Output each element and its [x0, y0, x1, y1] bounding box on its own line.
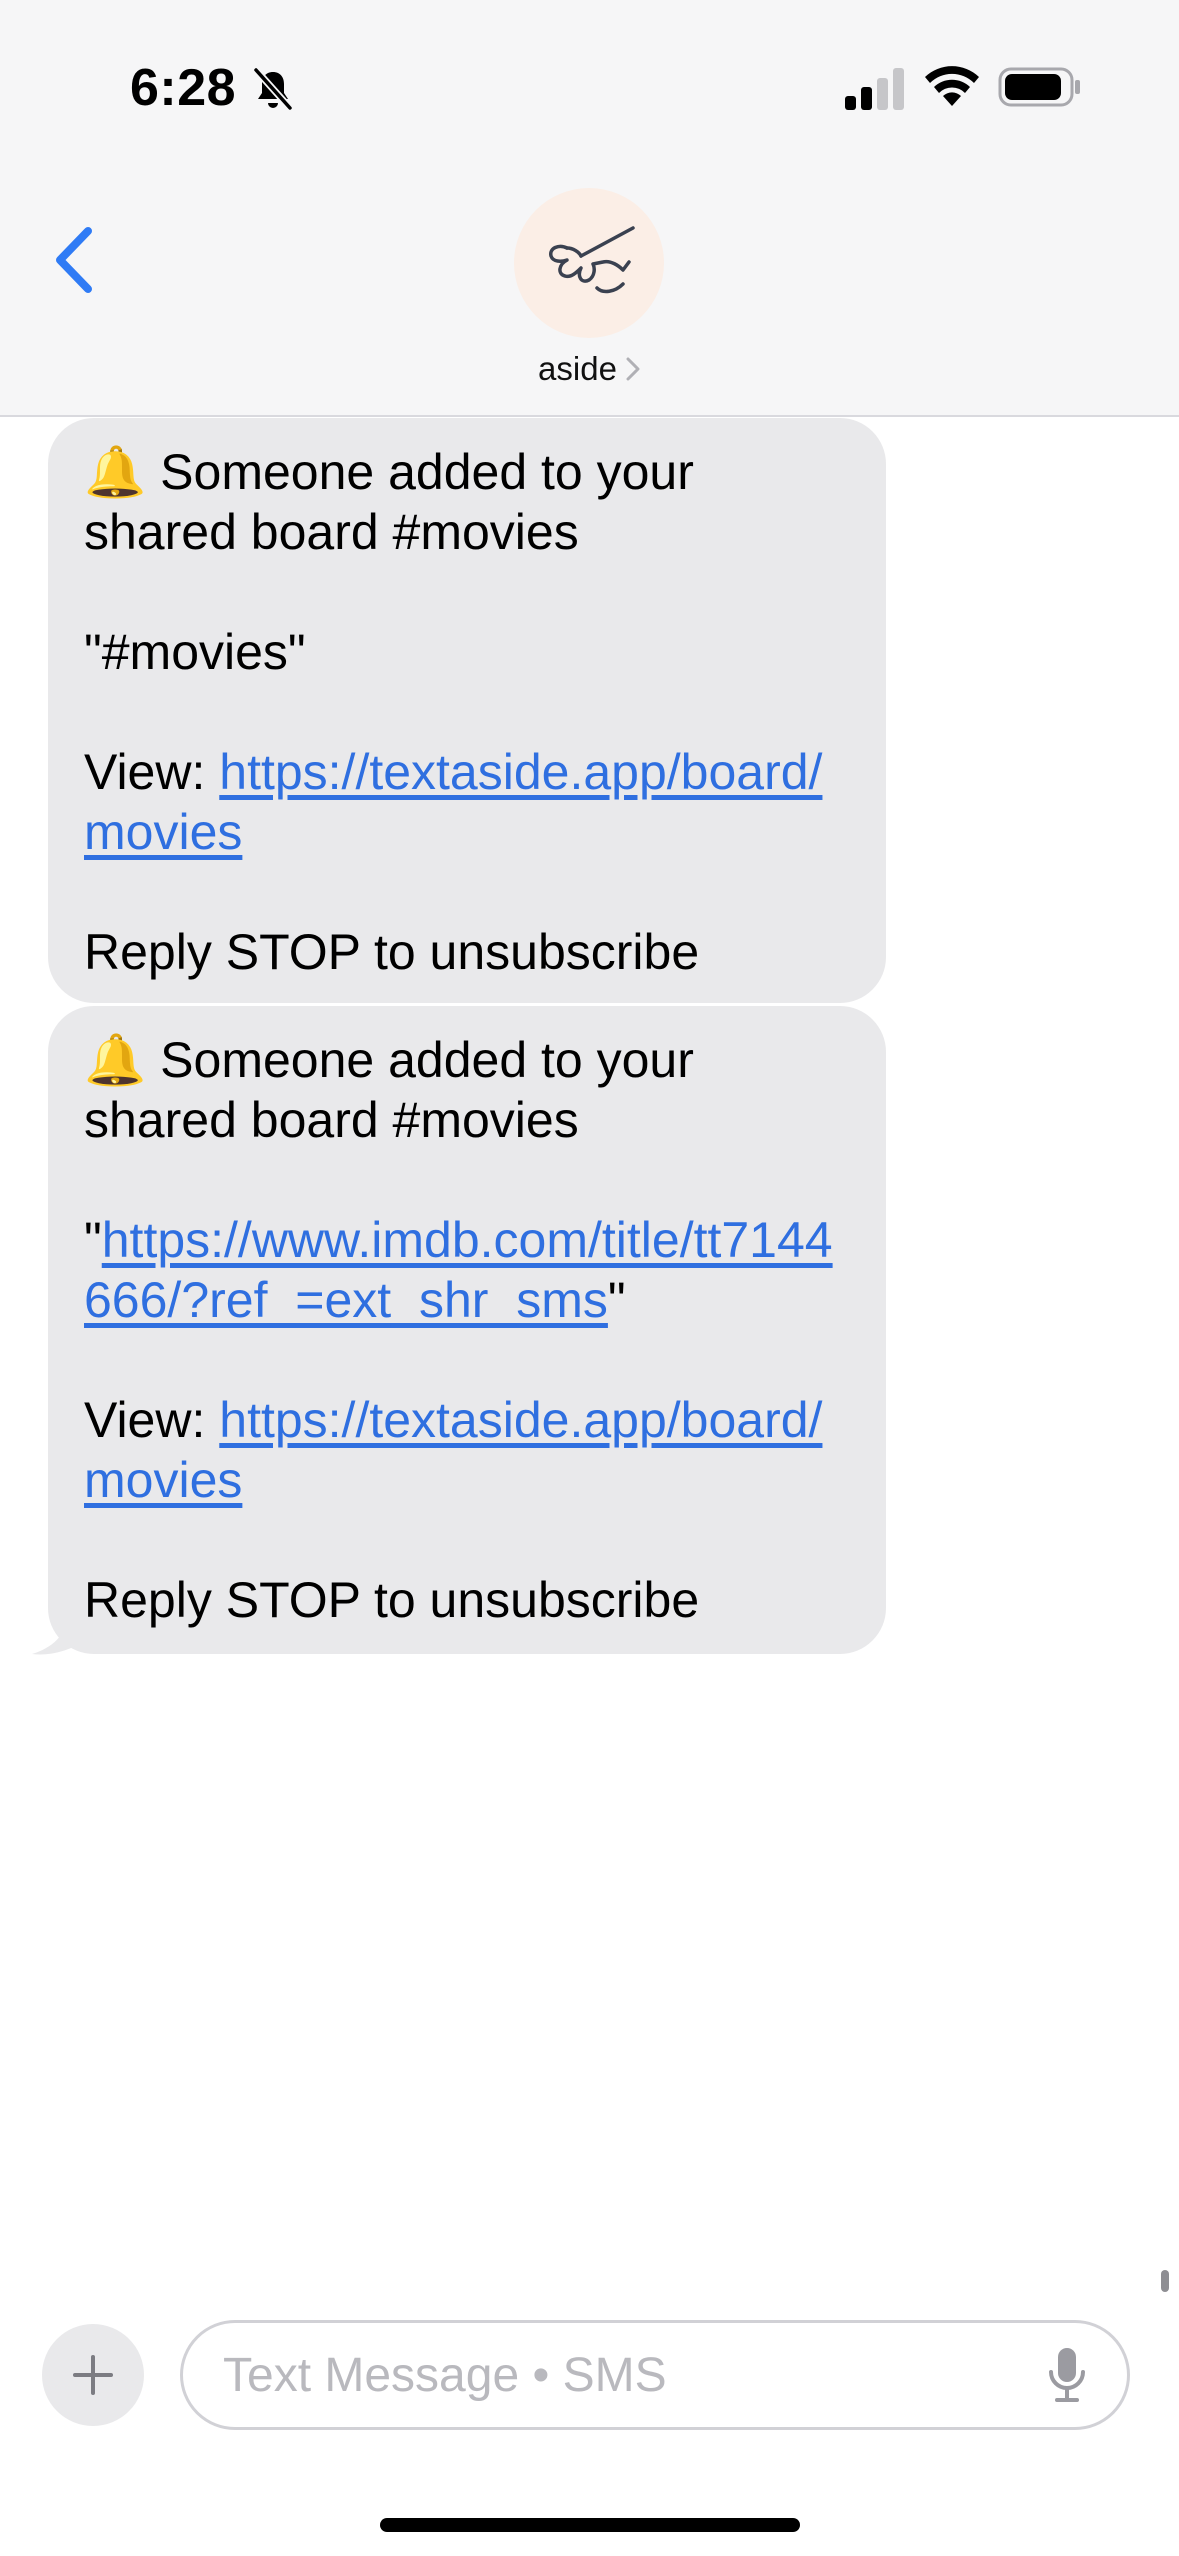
cellular-signal-icon [845, 68, 904, 110]
message-view-line: View: https://textaside.app/board/movies [84, 744, 823, 860]
message-quote: "https://www.imdb.com/title/tt7144666/?r… [84, 1212, 833, 1328]
message-bubble[interactable]: 🔔 Someone added to your shared board #mo… [48, 418, 886, 1003]
back-button[interactable] [44, 220, 104, 300]
battery-icon [998, 67, 1080, 107]
chevron-left-icon [56, 227, 92, 293]
imdb-link[interactable]: https://www.imdb.com/title/tt7144666/?re… [84, 1212, 833, 1328]
message-input[interactable] [223, 2347, 1047, 2403]
home-indicator[interactable] [380, 2518, 800, 2532]
contact-name: aside [538, 350, 617, 387]
bubble-tail [32, 1610, 80, 1655]
message-view-line: View: https://textaside.app/board/movies [84, 1392, 823, 1508]
pointing-hand-icon [549, 226, 635, 294]
message-footer: Reply STOP to unsubscribe [84, 1572, 700, 1628]
bell-slash-icon [253, 67, 293, 111]
contact-avatar[interactable] [514, 188, 664, 338]
message-quote: "#movies" [84, 624, 306, 680]
message-bubble[interactable]: 🔔 Someone added to your shared board #mo… [48, 1006, 886, 1654]
bell-emoji: 🔔 [84, 444, 147, 500]
wifi-icon [925, 66, 979, 106]
add-attachment-button[interactable] [42, 2324, 144, 2426]
status-time: 6:28 [130, 59, 237, 117]
chevron-right-icon [626, 357, 640, 381]
message-input-container[interactable] [180, 2320, 1130, 2430]
message-headline: 🔔 Someone added to your shared board #mo… [84, 1032, 708, 1148]
microphone-icon[interactable] [1047, 2346, 1087, 2404]
conversation-header: 6:28 aside [0, 0, 1179, 417]
message-footer: Reply STOP to unsubscribe [84, 924, 700, 980]
bell-emoji: 🔔 [84, 1032, 147, 1088]
plus-icon [73, 2355, 113, 2395]
scrollbar[interactable] [1161, 2270, 1169, 2292]
message-headline: 🔔 Someone added to your shared board #mo… [84, 444, 708, 560]
contact-name-button[interactable]: aside [0, 350, 1179, 388]
messages-screen: 6:28 aside 🔔 Someone added to your share… [0, 0, 1179, 2556]
